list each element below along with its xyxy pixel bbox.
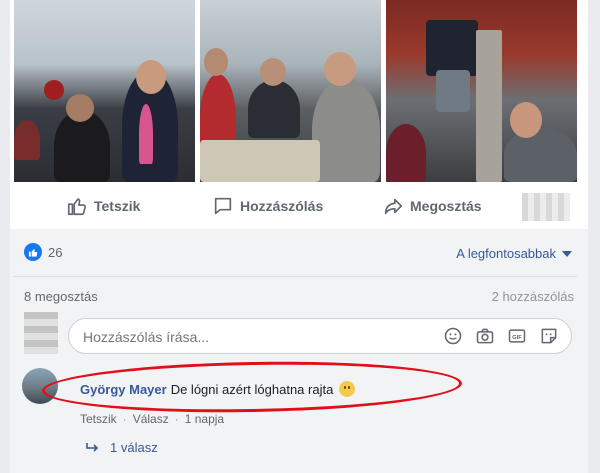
photo-3[interactable] bbox=[386, 0, 577, 182]
comment-reply-link[interactable]: Válasz bbox=[133, 412, 169, 426]
comment-button[interactable]: Hozzászólás bbox=[212, 186, 323, 226]
like-label: Tetszik bbox=[94, 198, 141, 214]
share-label: Megosztás bbox=[410, 198, 482, 214]
reactions-summary[interactable]: 26 bbox=[24, 243, 62, 261]
comment-composer[interactable]: GIF bbox=[68, 318, 572, 354]
audience-selector-thumbnail[interactable] bbox=[522, 193, 570, 221]
like-reaction-icon bbox=[24, 243, 42, 261]
camera-icon[interactable] bbox=[475, 326, 495, 346]
share-icon bbox=[384, 198, 403, 215]
reaction-count: 26 bbox=[48, 244, 63, 260]
like-button[interactable]: Tetszik bbox=[66, 186, 140, 226]
share-button[interactable]: Megosztás bbox=[382, 186, 482, 226]
photo-grid bbox=[14, 0, 577, 182]
sort-label: A legfontosabbak bbox=[456, 246, 556, 261]
svg-text:GIF: GIF bbox=[512, 335, 522, 341]
replies-label: 1 válasz bbox=[110, 440, 158, 455]
post-actions: Tetszik Hozzászólás Megosztás bbox=[14, 186, 577, 226]
thumbs-up-icon bbox=[67, 198, 86, 216]
sticker-icon[interactable] bbox=[539, 326, 559, 346]
comment-input[interactable] bbox=[81, 328, 425, 346]
caret-down-icon bbox=[562, 250, 572, 257]
comment-like-link[interactable]: Tetszik bbox=[80, 412, 117, 426]
comments-count[interactable]: 2 hozzászólás bbox=[492, 289, 574, 304]
separator-dot: · bbox=[174, 412, 179, 426]
photo-2[interactable] bbox=[200, 0, 381, 182]
current-user-avatar bbox=[24, 312, 58, 354]
comment-icon bbox=[214, 197, 232, 215]
divider bbox=[14, 276, 577, 277]
composer-icons: GIF bbox=[443, 326, 559, 346]
gif-icon[interactable]: GIF bbox=[507, 326, 527, 346]
comment-actions: Tetszik · Válasz · 1 napja bbox=[80, 412, 224, 426]
comment-label: Hozzászólás bbox=[240, 198, 324, 214]
separator-dot: · bbox=[122, 412, 127, 426]
comment-sort-dropdown[interactable]: A legfontosabbak bbox=[456, 246, 572, 261]
emoji-icon[interactable] bbox=[443, 326, 463, 346]
view-replies-link[interactable]: 1 válasz bbox=[86, 440, 158, 455]
comment-time[interactable]: 1 napja bbox=[185, 412, 224, 426]
reply-arrow-icon bbox=[86, 442, 99, 452]
photo-1[interactable] bbox=[14, 0, 195, 182]
shares-count[interactable]: 8 megosztás bbox=[24, 289, 98, 304]
